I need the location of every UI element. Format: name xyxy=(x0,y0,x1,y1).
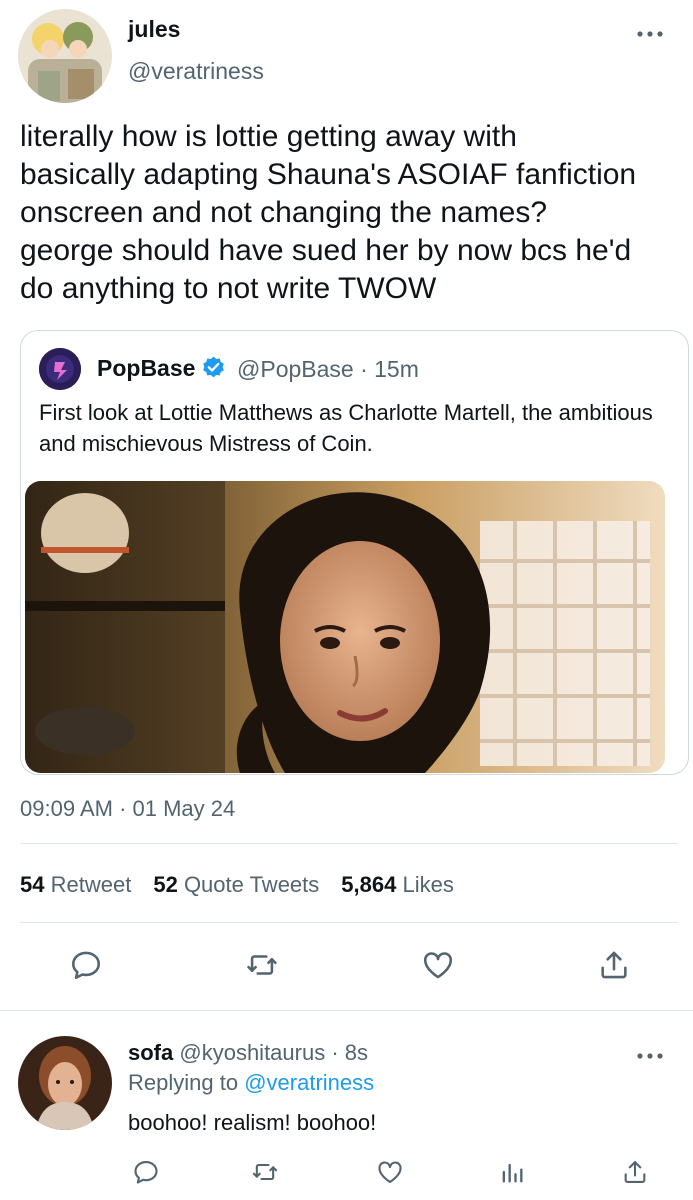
tweet-header: jules @veratriness xyxy=(0,0,693,110)
tweet-text: literally how is lottie getting away wit… xyxy=(20,120,637,305)
quoted-handle-time[interactable]: @PopBase · 15m xyxy=(237,356,419,383)
retweets-stat[interactable]: 54 Retweet xyxy=(20,872,131,898)
likes-stat[interactable]: 5,864 Likes xyxy=(341,872,454,898)
reply-icon[interactable] xyxy=(66,945,106,985)
like-icon[interactable] xyxy=(418,945,458,985)
author-handle[interactable]: @veratriness xyxy=(128,58,264,85)
reply-header: sofa @kyoshitaurus · 8s xyxy=(128,1040,368,1066)
quoted-author-avatar[interactable] xyxy=(39,348,81,390)
reply-text: boohoo! realism! boohoo! xyxy=(128,1110,377,1135)
tweet-timestamp[interactable]: 09:09 AM · 01 May 24 xyxy=(20,796,235,822)
retweet-icon[interactable] xyxy=(242,945,282,985)
reply-more-options-icon[interactable] xyxy=(635,1046,665,1066)
divider xyxy=(20,922,678,923)
share-icon[interactable] xyxy=(594,945,634,985)
quoted-tweet-photo[interactable] xyxy=(25,481,665,773)
reply-tweet[interactable]: sofa @kyoshitaurus · 8s Replying to @ver… xyxy=(0,1020,693,1200)
reply-reply-icon[interactable] xyxy=(126,1152,166,1192)
more-options-icon[interactable] xyxy=(635,24,665,44)
verified-badge-icon xyxy=(201,355,226,380)
tweet-stats: 54 Retweet 52 Quote Tweets 5,864 Likes xyxy=(20,872,454,898)
author-avatar[interactable] xyxy=(18,9,112,103)
separator xyxy=(0,1010,693,1011)
reply-retweet-icon[interactable] xyxy=(245,1152,285,1192)
quote-tweets-stat[interactable]: 52 Quote Tweets xyxy=(153,872,319,898)
reply-like-icon[interactable] xyxy=(370,1152,410,1192)
quoted-tweet[interactable]: PopBase @PopBase · 15m First look at Lot… xyxy=(20,330,689,775)
reply-handle-time[interactable]: @kyoshitaurus · 8s xyxy=(179,1040,368,1065)
reply-share-icon[interactable] xyxy=(615,1152,655,1192)
divider xyxy=(20,843,678,844)
author-display-name[interactable]: jules xyxy=(128,16,180,43)
reply-analytics-icon[interactable] xyxy=(492,1152,532,1192)
reply-author-name[interactable]: sofa xyxy=(128,1040,173,1065)
quoted-author-name[interactable]: PopBase xyxy=(97,355,195,382)
replying-to: Replying to @veratriness xyxy=(128,1070,375,1095)
reply-author-avatar[interactable] xyxy=(18,1036,112,1130)
quoted-tweet-text: First look at Lottie Matthews as Charlot… xyxy=(39,400,653,456)
replying-to-link[interactable]: @veratriness xyxy=(244,1070,374,1095)
